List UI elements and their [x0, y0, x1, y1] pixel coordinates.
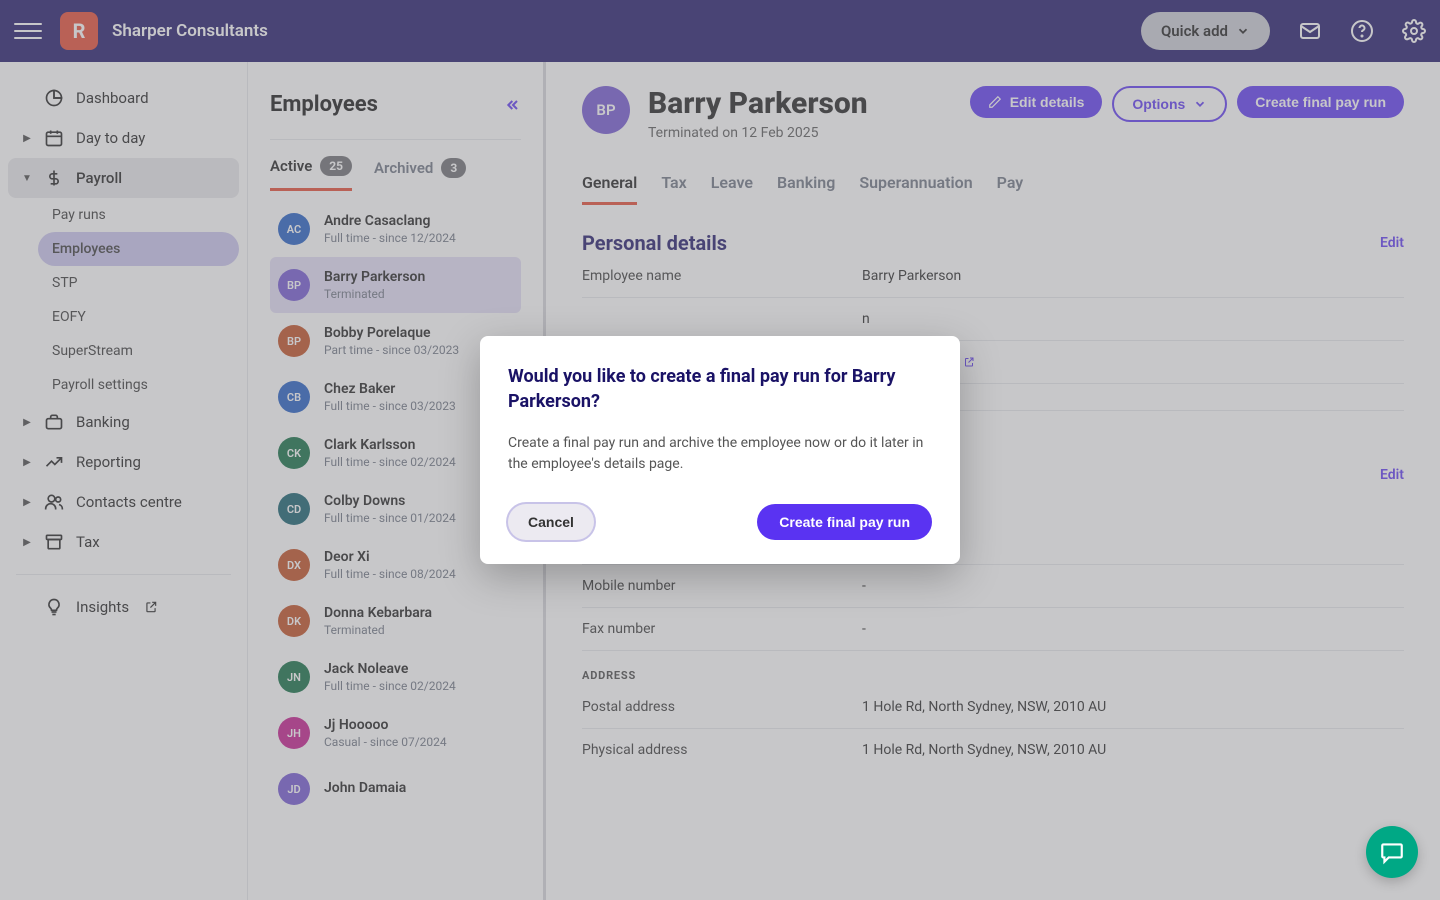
modal-title: Would you like to create a final pay run… [508, 364, 932, 414]
modal-confirm-button[interactable]: Create final pay run [757, 504, 932, 540]
chat-button[interactable] [1366, 826, 1418, 878]
modal-overlay[interactable]: Would you like to create a final pay run… [0, 0, 1440, 900]
modal-cancel-button[interactable]: Cancel [508, 504, 594, 540]
chat-icon [1379, 839, 1405, 865]
modal-body: Create a final pay run and archive the e… [508, 433, 932, 476]
final-pay-run-modal: Would you like to create a final pay run… [480, 336, 960, 564]
